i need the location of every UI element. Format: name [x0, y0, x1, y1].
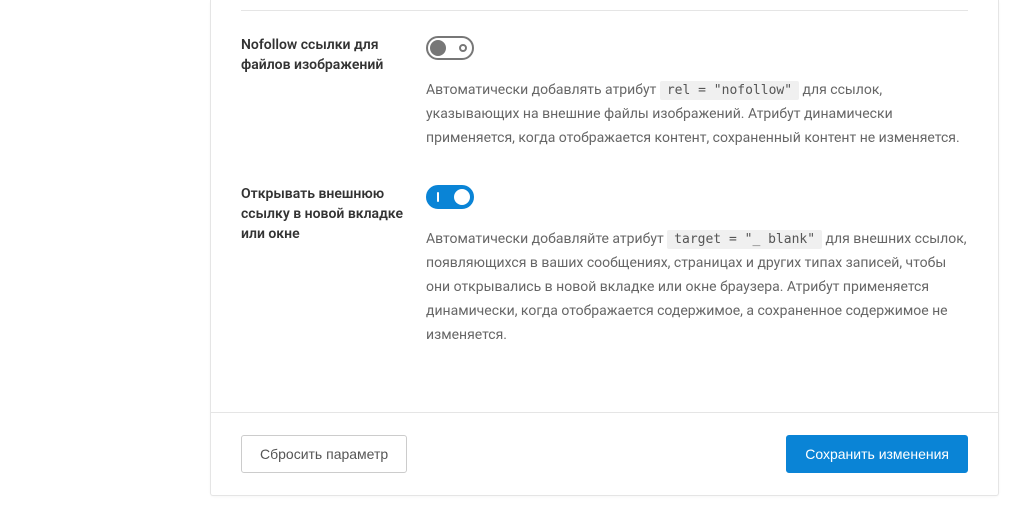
setting-target-blank: Открывать внешнюю ссылку в новой вкладке…	[241, 185, 968, 347]
setting-nofollow-images: Nofollow ссылки для файлов изображений А…	[241, 36, 968, 150]
code-snippet: target = "_ blank"	[667, 230, 822, 249]
panel-footer: Сбросить параметр Сохранить изменения	[211, 412, 998, 495]
divider	[241, 10, 968, 11]
setting-description: Автоматически добавляйте атрибут target …	[426, 228, 968, 347]
toggle-target-blank[interactable]	[426, 185, 474, 209]
setting-description: Автоматически добавлять атрибут rel = "n…	[426, 79, 968, 150]
settings-panel: Nofollow ссылки для файлов изображений А…	[210, 0, 999, 496]
reset-button[interactable]: Сбросить параметр	[241, 435, 407, 473]
save-button[interactable]: Сохранить изменения	[786, 435, 968, 473]
code-snippet: rel = "nofollow"	[660, 81, 799, 100]
toggle-nofollow-images[interactable]	[426, 36, 474, 60]
setting-label: Открывать внешнюю ссылку в новой вкладке…	[241, 185, 426, 347]
setting-label: Nofollow ссылки для файлов изображений	[241, 36, 426, 150]
